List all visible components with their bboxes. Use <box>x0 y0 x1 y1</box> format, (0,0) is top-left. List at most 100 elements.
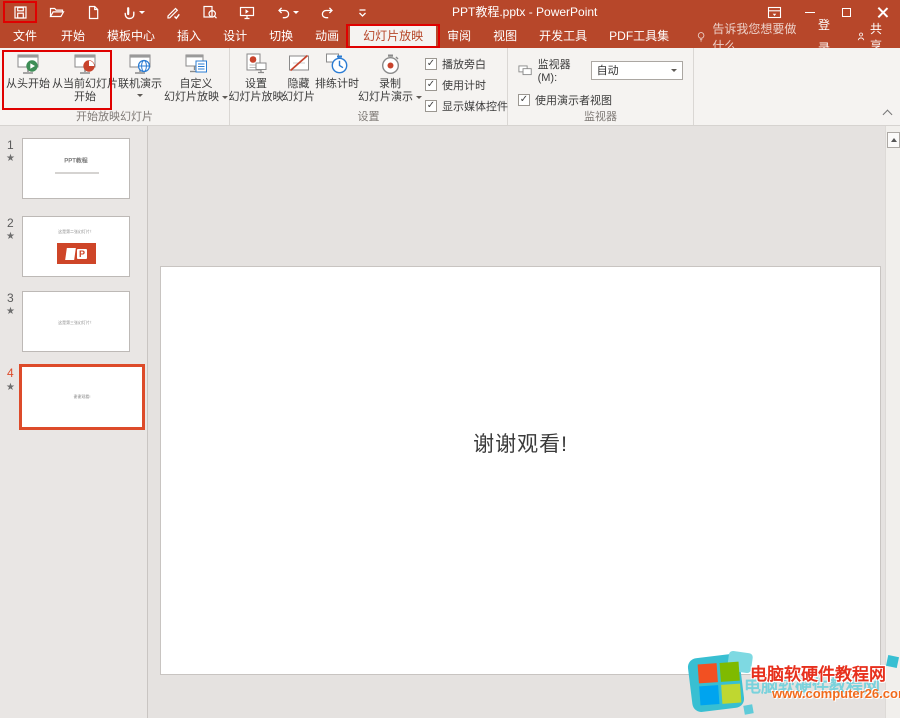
tab-design[interactable]: 设计 <box>212 25 258 48</box>
group-start-slideshow: 从头开始 从当前幻灯片 开始 联机演示 自定义 幻灯片放映 开始放映幻灯片 <box>0 48 230 125</box>
thumb1-title: PPT教程 <box>31 157 121 166</box>
hide-slide-label-1: 隐藏 <box>288 78 310 91</box>
record-slideshow-button[interactable]: 录制 幻灯片演示 <box>359 48 421 108</box>
dropdown-arrow-icon <box>671 69 677 72</box>
arrow-up-icon <box>891 138 897 142</box>
animation-star-icon: ★ <box>6 231 15 242</box>
workspace: 1 ★ PPT教程 2 ★ 这是第二张幻灯片！ P 3 ★ 这是第三张幻灯片！ … <box>0 126 900 718</box>
tab-pdf-tools[interactable]: PDF工具集 <box>598 25 680 48</box>
powerpoint-logo: P <box>57 243 96 264</box>
from-beginning-button[interactable]: 从头开始 <box>2 48 54 108</box>
group-label-start: 开始放映幻灯片 <box>0 108 229 124</box>
monitor-select-value: 自动 <box>597 62 619 78</box>
from-beginning-label: 从头开始 <box>6 78 50 91</box>
watermark-teal-square <box>743 704 753 714</box>
slide-thumbnail-4-selected[interactable]: 谢谢观看! <box>19 364 145 430</box>
record-slideshow-label-2: 幻灯片演示 <box>358 91 413 104</box>
rehearse-timings-button[interactable]: 排练计时 <box>315 48 359 108</box>
slide-title-text: 谢谢观看! <box>161 428 880 458</box>
windows-style-logo <box>698 662 742 706</box>
tab-review[interactable]: 审阅 <box>436 25 482 48</box>
slide-thumbnail-1[interactable]: PPT教程 <box>22 138 130 199</box>
from-current-slide-button[interactable]: 从当前幻灯片 开始 <box>54 48 116 108</box>
ribbon-tabs: 文件 开始 模板中心 插入 设计 切换 动画 幻灯片放映 审阅 视图 开发工具 … <box>0 25 900 48</box>
tab-animations[interactable]: 动画 <box>304 25 350 48</box>
play-narrations-label: 播放旁白 <box>442 56 486 72</box>
annotation-box-save <box>3 1 37 23</box>
print-preview-icon[interactable] <box>202 5 218 20</box>
from-current-label-1: 从当前幻灯片 <box>52 78 118 91</box>
undo-icon[interactable] <box>276 5 299 20</box>
powerpoint-window: PPT教程.pptx - PowerPoint 文件 开始 模板中心 插入 设计… <box>0 0 900 718</box>
checkbox-checked-icon <box>425 58 437 70</box>
custom-slideshow-button[interactable]: 自定义 幻灯片放映 <box>164 48 228 108</box>
open-icon[interactable] <box>49 5 65 20</box>
slide-canvas[interactable]: 谢谢观看! <box>160 266 881 675</box>
tab-transitions[interactable]: 切换 <box>258 25 304 48</box>
tab-slideshow-active[interactable]: 幻灯片放映 <box>350 25 436 48</box>
slide-thumbnail-3[interactable]: 这是第三张幻灯片！ <box>22 291 130 352</box>
tell-me-box[interactable]: 告诉我您想要做什么... <box>696 25 805 48</box>
collapse-ribbon-icon[interactable] <box>883 110 893 120</box>
play-narrations-checkbox[interactable]: 播放旁白 <box>425 56 508 72</box>
thumb4-text: 谢谢观看! <box>42 394 121 400</box>
account-area: 登录 共享 <box>805 25 900 48</box>
group-monitors: 监视器(M): 自动 使用演示者视图 监视器 <box>508 48 694 125</box>
custom-slideshow-label-1: 自定义 <box>180 78 213 91</box>
thumb2-text: 这是第二张幻灯片！ <box>41 229 111 235</box>
monitor-label: 监视器(M): <box>538 56 586 84</box>
tab-view[interactable]: 视图 <box>482 25 528 48</box>
scroll-up-button[interactable] <box>887 132 900 148</box>
slide-thumbnail-panel: 1 ★ PPT教程 2 ★ 这是第二张幻灯片！ P 3 ★ 这是第三张幻灯片！ … <box>0 126 148 718</box>
record-slideshow-label-1: 录制 <box>379 78 401 91</box>
rehearse-timings-label: 排练计时 <box>315 78 359 91</box>
animation-star-icon: ★ <box>6 382 15 393</box>
monitor-icon <box>518 64 533 77</box>
tab-developer[interactable]: 开发工具 <box>528 25 598 48</box>
slideshow-icon[interactable] <box>239 5 255 20</box>
lightbulb-icon <box>696 30 706 44</box>
redo-icon[interactable] <box>320 5 335 20</box>
dropdown-arrow-icon <box>293 11 299 14</box>
touch-mode-icon[interactable] <box>122 5 145 20</box>
proofing-icon[interactable] <box>166 5 181 20</box>
tab-slideshow-label: 幻灯片放映 <box>363 29 423 43</box>
watermark-teal-square <box>886 655 899 668</box>
tab-file[interactable]: 文件 <box>0 25 50 48</box>
presenter-view-label: 使用演示者视图 <box>535 92 612 108</box>
new-file-icon[interactable] <box>86 5 101 20</box>
tab-insert[interactable]: 插入 <box>166 25 212 48</box>
setup-slideshow-label-1: 设置 <box>245 78 267 91</box>
site-watermark: 电脑软硬件教程网 电脑软硬件教程网 www.computer26.com <box>688 652 900 716</box>
setup-slideshow-icon <box>243 51 269 77</box>
slide-thumbnail-2[interactable]: 这是第二张幻灯片！ P <box>22 216 130 277</box>
present-online-button[interactable]: 联机演示 <box>116 48 164 108</box>
ribbon-spacer <box>694 48 900 125</box>
monitor-select[interactable]: 自动 <box>591 61 683 80</box>
present-online-icon <box>127 51 153 77</box>
watermark-site-url: www.computer26.com <box>772 686 900 701</box>
hide-slide-button[interactable]: 隐藏 幻灯片 <box>282 48 315 108</box>
tab-template-center[interactable]: 模板中心 <box>96 25 166 48</box>
window-title: PPT教程.pptx - PowerPoint <box>452 0 597 25</box>
group-label-setup: 设置 <box>230 108 507 124</box>
slide-number: 3 <box>7 291 14 305</box>
custom-slideshow-label-2: 幻灯片放映 <box>164 91 219 104</box>
use-timings-label: 使用计时 <box>442 77 486 93</box>
customize-qat-icon[interactable] <box>356 6 369 19</box>
dropdown-arrow-icon <box>139 11 145 14</box>
quick-access-toolbar <box>0 5 369 20</box>
tab-home[interactable]: 开始 <box>50 25 96 48</box>
group-label-monitors: 监视器 <box>508 108 693 124</box>
from-current-label-2: 开始 <box>74 91 96 104</box>
presenter-view-checkbox[interactable]: 使用演示者视图 <box>518 92 612 108</box>
use-timings-checkbox[interactable]: 使用计时 <box>425 77 508 93</box>
thumb1-subtitle-line <box>55 172 99 174</box>
dropdown-arrow-icon <box>222 96 228 99</box>
ribbon: 从头开始 从当前幻灯片 开始 联机演示 自定义 幻灯片放映 开始放映幻灯片 <box>0 48 900 126</box>
rehearse-timings-icon <box>324 51 350 77</box>
custom-slideshow-icon <box>183 51 209 77</box>
vertical-scrollbar[interactable] <box>885 126 900 718</box>
group-setup: 设置 幻灯片放映 隐藏 幻灯片 排练计时 录制 幻灯片演示 播放旁白 使用计时 … <box>230 48 508 125</box>
setup-slideshow-button[interactable]: 设置 幻灯片放映 <box>230 48 282 108</box>
